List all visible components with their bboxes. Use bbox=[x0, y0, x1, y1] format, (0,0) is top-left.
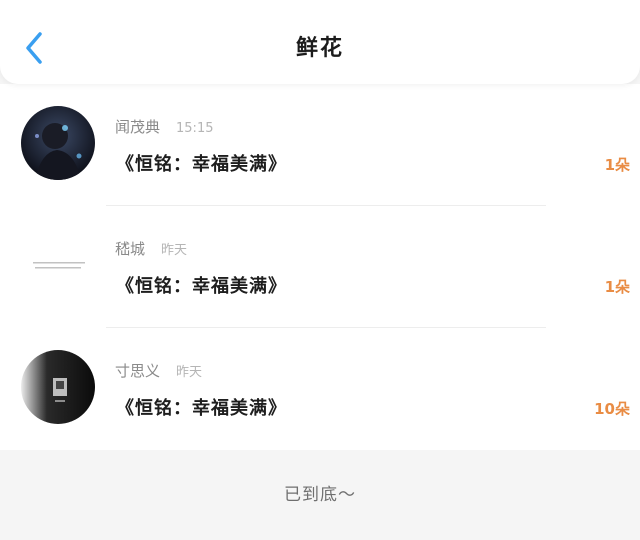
gift-title: 《恒铭：幸福美满》 bbox=[116, 276, 287, 297]
list-item[interactable]: 闻茂典 15:15 《恒铭：幸福美满》 1朵 bbox=[0, 84, 640, 206]
flower-count: 1朵 bbox=[604, 156, 630, 174]
avatar[interactable] bbox=[21, 106, 95, 180]
flower-count: 1朵 bbox=[604, 278, 630, 296]
sender-name[interactable]: 闻茂典 bbox=[115, 118, 160, 136]
list-item[interactable]: 寸思义 昨天 《恒铭：幸福美满》 10朵 bbox=[0, 328, 640, 450]
flower-record-list: 闻茂典 15:15 《恒铭：幸福美满》 1朵 嵇城 昨天 《恒铭：幸福美满》 1朵 bbox=[0, 84, 640, 450]
sender-name[interactable]: 寸思义 bbox=[115, 362, 160, 380]
page-title: 鲜花 bbox=[295, 36, 344, 61]
send-time: 昨天 bbox=[176, 365, 203, 380]
list-item[interactable]: 嵇城 昨天 《恒铭：幸福美满》 1朵 bbox=[0, 206, 640, 328]
sender-name[interactable]: 嵇城 bbox=[115, 240, 145, 258]
send-time: 昨天 bbox=[161, 243, 188, 258]
sender-info: 闻茂典 15:15 bbox=[115, 116, 213, 137]
sender-info: 寸思义 昨天 bbox=[115, 360, 202, 381]
gift-title: 《恒铭：幸福美满》 bbox=[116, 154, 287, 175]
avatar[interactable] bbox=[21, 228, 95, 302]
avatar[interactable] bbox=[21, 350, 95, 424]
top-bar: 鲜花 bbox=[0, 0, 640, 84]
gift-title: 《恒铭：幸福美满》 bbox=[116, 398, 287, 419]
flower-count: 10朵 bbox=[594, 400, 630, 418]
send-time: 15:15 bbox=[176, 121, 214, 136]
sender-info: 嵇城 昨天 bbox=[115, 238, 187, 259]
end-of-list-text: 已到底～ bbox=[284, 485, 356, 505]
